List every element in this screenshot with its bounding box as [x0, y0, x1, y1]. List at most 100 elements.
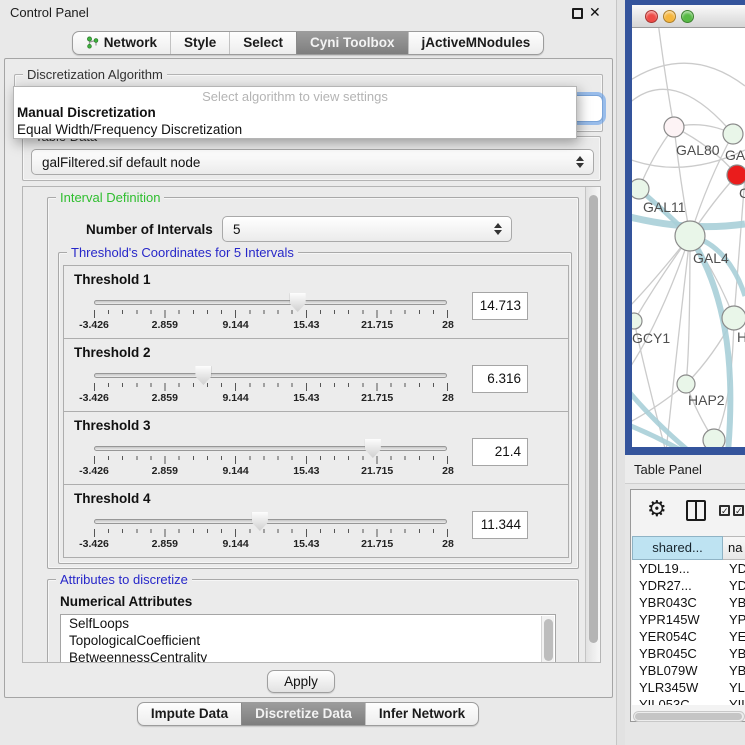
slider-tick-label: 21.715 [361, 538, 393, 550]
network-edge[interactable] [632, 63, 745, 86]
threshold-3-value[interactable]: 21.4 [472, 438, 528, 466]
threshold-1-slider[interactable] [94, 300, 447, 305]
cell-name[interactable]: YLR3 [723, 679, 745, 696]
tab-jactivemnodules-label: jActiveMNodules [422, 35, 531, 50]
network-node[interactable] [723, 124, 743, 144]
cell-shared-name[interactable]: YLR345W [632, 679, 723, 696]
gear-icon[interactable]: ⚙ [647, 496, 667, 522]
table-row[interactable]: YDR27...YDR2 [632, 577, 745, 594]
threshold-3-slider[interactable] [94, 446, 447, 451]
slider-tick-label: 15.43 [293, 392, 319, 404]
network-canvas[interactable]: GAL80GACGAL11GAL4GCY1HHAP2 [632, 28, 745, 447]
horizontal-scrollbar[interactable] [633, 711, 745, 722]
threshold-2-panel: Threshold 2 -3.4262.8599.14415.4321.7152… [63, 338, 569, 412]
cell-shared-name[interactable]: YDL19... [632, 560, 723, 577]
cell-name[interactable]: YBR0 [723, 645, 745, 662]
cell-name[interactable]: YER0 [723, 628, 745, 645]
threshold-4-value[interactable]: 11.344 [472, 511, 528, 539]
interval-definition-title: Interval Definition [56, 190, 164, 205]
checkbox-icon[interactable]: ✓ [719, 505, 730, 516]
thresholds-group-title: Threshold's Coordinates for 5 Intervals [67, 245, 298, 260]
tab-discretize-data[interactable]: Discretize Data [241, 703, 365, 725]
table-row[interactable]: YDL19...YDL1 [632, 560, 745, 577]
tab-jactivemnodules[interactable]: jActiveMNodules [408, 32, 544, 54]
zoom-traffic-light-icon[interactable] [681, 10, 694, 23]
num-intervals-label: Number of Intervals [86, 222, 213, 237]
tab-select[interactable]: Select [229, 32, 296, 54]
apply-button[interactable]: Apply [267, 670, 335, 693]
network-node[interactable] [632, 179, 649, 199]
cell-shared-name[interactable]: YER054C [632, 628, 723, 645]
network-edge[interactable] [658, 28, 674, 127]
cell-name[interactable]: YDR2 [723, 577, 745, 594]
threshold-2-value[interactable]: 6.316 [472, 365, 528, 393]
table-row[interactable]: YBR043CYBR0 [632, 594, 745, 611]
cell-shared-name[interactable]: YBL079W [632, 662, 723, 679]
attribute-list-item[interactable]: TopologicalCoefficient [61, 632, 555, 649]
split-view-icon[interactable] [686, 500, 706, 521]
network-node[interactable] [703, 429, 725, 447]
table-row[interactable]: YBR045CYBR0 [632, 645, 745, 662]
tab-infer-network[interactable]: Infer Network [365, 703, 478, 725]
cell-shared-name[interactable]: YIL053C [632, 696, 723, 705]
table-row[interactable]: YIL053CYIL0 [632, 696, 745, 705]
cell-name[interactable]: YPR1 [723, 611, 745, 628]
tab-network[interactable]: Network [73, 32, 170, 54]
cell-name[interactable]: YIL0 [723, 696, 745, 705]
cell-shared-name[interactable]: YPR145W [632, 611, 723, 628]
table-row[interactable]: YER054CYER0 [632, 628, 745, 645]
network-node[interactable] [675, 221, 705, 251]
network-window-titlebar[interactable] [632, 5, 745, 28]
list-scrollbar[interactable] [541, 616, 554, 663]
checkbox-icon[interactable]: ✓ [733, 505, 744, 516]
viewport-scrollbar[interactable] [585, 187, 600, 662]
tab-select-label: Select [243, 35, 283, 50]
threshold-2-slider[interactable] [94, 373, 447, 378]
menu-item-equal-width-frequency[interactable]: Equal Width/Frequency Discretization [17, 122, 242, 137]
tab-cyni-toolbox[interactable]: Cyni Toolbox [296, 32, 408, 54]
algorithm-dropdown-popup: Select algorithm to view settings Manual… [13, 86, 577, 139]
num-intervals-combobox[interactable]: 5 [222, 216, 512, 242]
network-node[interactable] [677, 375, 695, 393]
network-edge[interactable] [639, 127, 674, 189]
cell-name[interactable]: YBL0 [723, 662, 745, 679]
cell-shared-name[interactable]: YBR045C [632, 645, 723, 662]
cell-name[interactable]: YDL1 [723, 560, 745, 577]
tab-cyni-toolbox-label: Cyni Toolbox [310, 35, 395, 50]
tab-impute-data[interactable]: Impute Data [138, 703, 241, 725]
close-icon[interactable]: ✕ [589, 4, 601, 21]
threshold-1-value[interactable]: 14.713 [472, 292, 528, 320]
table-row[interactable]: YPR145WYPR1 [632, 611, 745, 628]
horizontal-scrollbar-thumb[interactable] [635, 713, 742, 720]
tab-style[interactable]: Style [170, 32, 229, 54]
table-row[interactable]: YLR345WYLR3 [632, 679, 745, 696]
attribute-list-item[interactable]: SelfLoops [61, 615, 555, 632]
network-edge-thick[interactable] [632, 424, 684, 447]
slider-tick-label: 28 [442, 465, 454, 477]
table-data-combobox[interactable]: galFiltered.sif default node [31, 149, 594, 175]
network-node[interactable] [727, 165, 745, 185]
attribute-list-item[interactable]: BetweennessCentrality [61, 649, 555, 663]
network-graph[interactable]: GAL80GACGAL11GAL4GCY1HHAP2 [632, 28, 745, 447]
network-view-window[interactable]: GAL80GACGAL11GAL4GCY1HHAP2 [625, 0, 745, 455]
close-traffic-light-icon[interactable] [645, 10, 658, 23]
column-header-name[interactable]: na [723, 536, 745, 560]
viewport-scrollbar-thumb[interactable] [589, 195, 598, 643]
network-icon [86, 36, 99, 49]
cell-shared-name[interactable]: YDR27... [632, 577, 723, 594]
algorithm-placeholder: Select algorithm to view settings [14, 89, 576, 104]
column-header-shared-name[interactable]: shared... [632, 536, 723, 560]
cell-name[interactable]: YBR0 [723, 594, 745, 611]
network-node[interactable] [722, 306, 745, 330]
float-window-icon[interactable] [572, 8, 583, 19]
minimize-traffic-light-icon[interactable] [663, 10, 676, 23]
numerical-attributes-list[interactable]: SelfLoopsTopologicalCoefficientBetweenne… [60, 614, 556, 663]
list-scrollbar-thumb[interactable] [544, 619, 553, 661]
network-node[interactable] [664, 117, 684, 137]
slider-tick-label: -3.426 [79, 465, 109, 477]
menu-item-manual-discretization[interactable]: Manual Discretization [17, 105, 156, 120]
network-node[interactable] [632, 313, 642, 329]
table-row[interactable]: YBL079WYBL0 [632, 662, 745, 679]
cell-shared-name[interactable]: YBR043C [632, 594, 723, 611]
threshold-4-slider[interactable] [94, 519, 447, 524]
